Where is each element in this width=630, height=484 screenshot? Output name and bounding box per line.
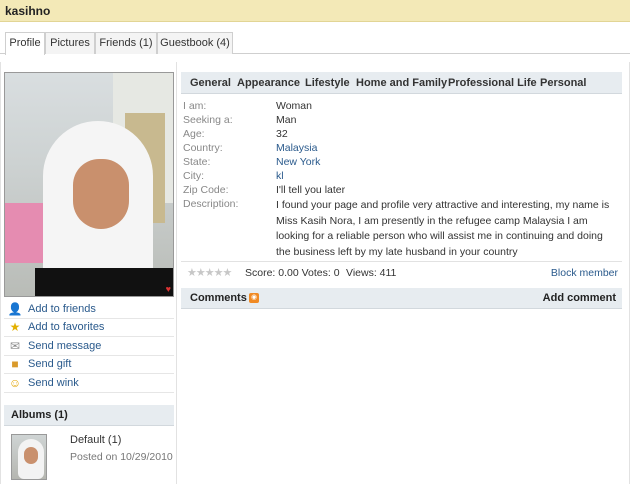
field-label-zip: Zip Code:: [183, 184, 229, 196]
thumb-face: [24, 447, 38, 464]
field-label-seeking: Seeking a:: [183, 114, 233, 126]
category-professional-life[interactable]: Professional Life: [448, 77, 537, 89]
profile-photo[interactable]: ♥: [4, 72, 174, 297]
tab-profile[interactable]: Profile: [5, 32, 45, 55]
add-comment-link[interactable]: Add comment: [543, 292, 616, 304]
action-label: Add to friends: [28, 302, 96, 315]
field-label-description: Description:: [183, 198, 239, 210]
category-general[interactable]: General: [190, 77, 231, 89]
category-appearance[interactable]: Appearance: [237, 77, 300, 89]
tab-guestbook[interactable]: Guestbook (4): [157, 32, 233, 54]
album-name[interactable]: Default (1): [70, 434, 121, 446]
envelope-icon: ✉: [9, 338, 21, 353]
comments-header: Comments ◉ Add comment: [181, 288, 622, 309]
send-message-link[interactable]: ✉ Send message: [4, 337, 174, 356]
action-label: Send gift: [28, 358, 72, 371]
title-bar: kasihno: [0, 0, 630, 22]
field-value-description: I found your page and profile very attra…: [276, 199, 610, 258]
send-wink-link[interactable]: ☺ Send wink: [4, 374, 174, 393]
category-home-family[interactable]: Home and Family: [356, 77, 447, 89]
field-value-country[interactable]: Malaysia: [276, 142, 317, 154]
views-text: Views: 411: [346, 267, 397, 279]
tab-friends[interactable]: Friends (1): [95, 32, 157, 54]
star-icon: ★: [9, 320, 21, 335]
albums-heading: Albums (1): [4, 405, 174, 426]
album-date: Posted on 10/29/2010: [70, 451, 173, 463]
add-to-favorites-link[interactable]: ★ Add to favorites: [4, 319, 174, 337]
heart-icon: ♥: [165, 284, 171, 294]
profile-actions: 👤 Add to friends ★ Add to favorites ✉ Se…: [4, 300, 174, 393]
field-value-zip: I'll tell you later: [276, 184, 346, 196]
field-label-city: City:: [183, 170, 204, 182]
category-personal[interactable]: Personal: [540, 77, 586, 89]
category-lifestyle[interactable]: Lifestyle: [305, 77, 350, 89]
field-label-age: Age:: [183, 128, 205, 140]
username-title: kasihno: [5, 4, 51, 18]
field-value-age: 32: [276, 128, 288, 140]
smiley-icon: ☺: [8, 375, 22, 390]
field-label-country: Country:: [183, 142, 223, 154]
field-label-iam: I am:: [183, 100, 207, 112]
field-label-state: State:: [183, 156, 211, 168]
action-label: Add to favorites: [28, 321, 105, 334]
field-value-iam: Woman: [276, 100, 312, 112]
left-column: ♥ 👤 Add to friends ★ Add to favorites ✉ …: [4, 72, 174, 484]
add-to-friends-link[interactable]: 👤 Add to friends: [4, 300, 174, 319]
action-label: Send wink: [28, 376, 79, 389]
score-text: Score: 0.00 Votes: 0: [245, 267, 340, 279]
photo-shirt: [35, 268, 173, 296]
field-value-city[interactable]: kl: [276, 170, 284, 182]
gift-icon: ■: [11, 357, 19, 372]
add-friend-icon: 👤: [7, 301, 23, 316]
field-value-state[interactable]: New York: [276, 156, 320, 168]
column-divider: [176, 62, 177, 484]
send-gift-link[interactable]: ■ Send gift: [4, 356, 174, 374]
rating-stars-icon[interactable]: ★★★★★: [187, 266, 232, 279]
action-label: Send message: [28, 339, 102, 352]
tab-pictures[interactable]: Pictures: [45, 32, 95, 54]
block-member-link[interactable]: Block member: [551, 267, 618, 279]
comments-heading: Comments: [190, 292, 247, 304]
photo-pink-sign: [5, 203, 45, 263]
rating-row: ★★★★★ Score: 0.00 Votes: 0 Views: 411 Bl…: [181, 261, 622, 281]
category-tabs: General Appearance Lifestyle Home and Fa…: [181, 72, 622, 94]
album-thumbnail[interactable]: [11, 434, 47, 480]
rss-icon[interactable]: ◉: [249, 293, 259, 303]
photo-face: [73, 159, 129, 229]
field-value-seeking: Man: [276, 114, 297, 126]
profile-tabs: Profile Pictures Friends (1) Guestbook (…: [0, 30, 630, 55]
